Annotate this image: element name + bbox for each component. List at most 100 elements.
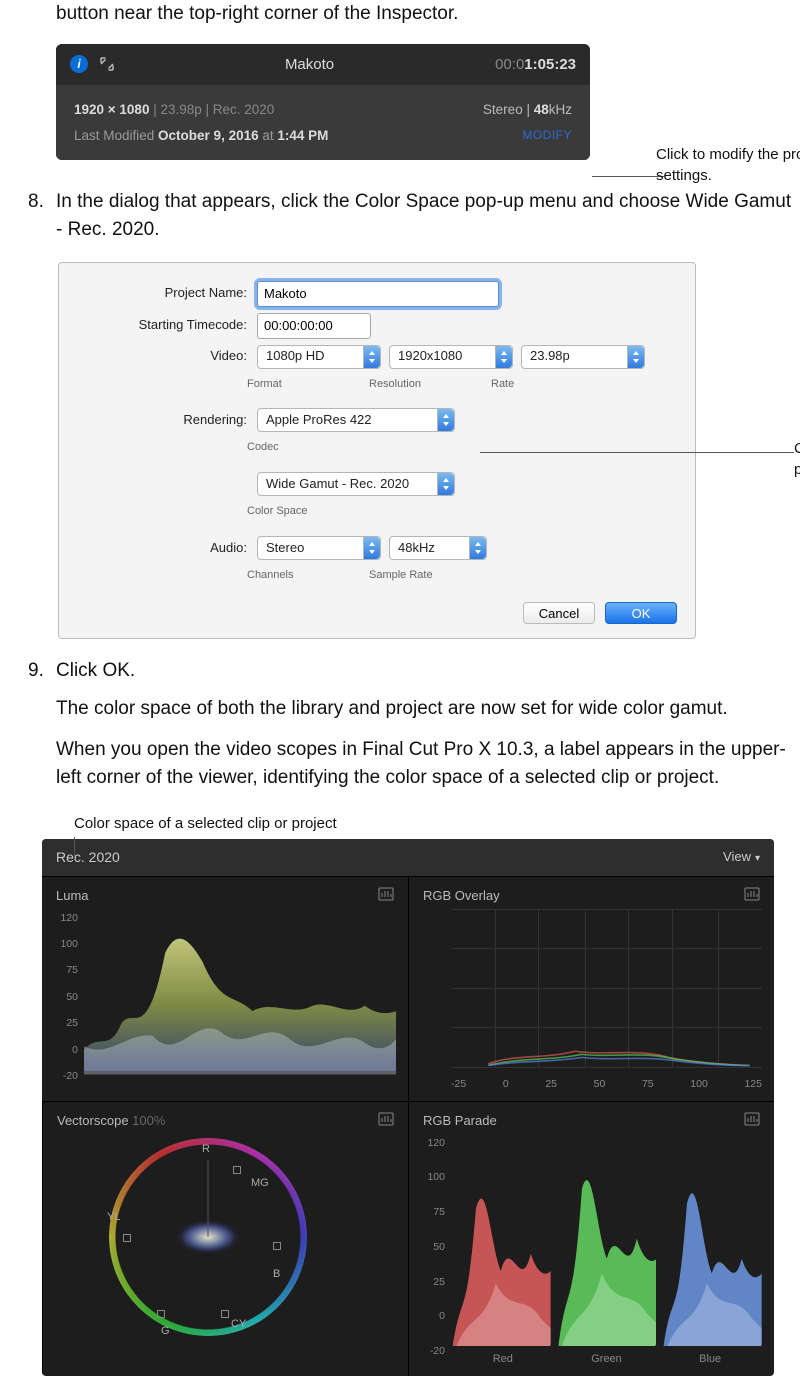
tick: 100 xyxy=(50,937,78,952)
tick: 75 xyxy=(417,1205,445,1220)
scopes-view-menu[interactable]: View▾ xyxy=(723,848,760,867)
rgb-parade-scope: RGB Parade 120 100 75 50 25 0 -20 Red Gr… xyxy=(408,1101,774,1376)
label-video: Video: xyxy=(77,347,257,366)
video-meta-rest: | 23.98p | Rec. 2020 xyxy=(149,102,274,117)
luma-y-axis: 120 100 75 50 25 0 -20 xyxy=(50,911,78,1085)
vectorscope-title-wrap: Vectorscope 100% xyxy=(57,1112,165,1131)
tick: 25 xyxy=(417,1275,445,1290)
hue-marker xyxy=(157,1310,165,1318)
vectorscope-display: R MG B CY G YL xyxy=(103,1132,313,1342)
hue-marker xyxy=(233,1166,241,1174)
luma-plot xyxy=(84,909,396,1085)
cancel-button[interactable]: Cancel xyxy=(523,602,595,624)
rgb-overlay-title: RGB Overlay xyxy=(423,887,500,906)
callout-leader xyxy=(74,837,75,859)
codec-select[interactable]: Apple ProRes 422 xyxy=(257,408,455,432)
hue-b: B xyxy=(273,1267,280,1283)
timecode-dim: 00:0 xyxy=(495,56,524,73)
tick: 50 xyxy=(50,990,78,1005)
audio-channels-select[interactable]: Stereo xyxy=(257,536,381,560)
starting-timecode-input[interactable] xyxy=(257,313,371,339)
scope-settings-icon[interactable] xyxy=(744,887,760,907)
audio-rate-select[interactable]: 48kHz xyxy=(389,536,487,560)
chevron-down-icon: ▾ xyxy=(755,853,760,864)
inspector-body: 1920 × 1080 | 23.98p | Rec. 2020 Stereo … xyxy=(56,85,590,160)
video-rate-value: 23.98p xyxy=(530,347,570,366)
tick: -20 xyxy=(417,1344,445,1359)
modify-link[interactable]: MODIFY xyxy=(522,127,572,144)
last-modified-time: 1:44 PM xyxy=(277,128,328,143)
parade-plot xyxy=(451,1134,762,1346)
ok-button[interactable]: OK xyxy=(605,602,677,624)
audio-rate-value: 48kHz xyxy=(398,539,435,558)
step-9-para-1: The color space of both the library and … xyxy=(0,695,800,723)
sublabel-color-space: Color Space xyxy=(247,504,308,520)
hue-g: G xyxy=(161,1324,170,1340)
video-resolution-value: 1920x1080 xyxy=(398,347,462,366)
tick: 25 xyxy=(50,1016,78,1031)
audio-channels-value: Stereo xyxy=(266,539,304,558)
video-resolution-select[interactable]: 1920x1080 xyxy=(389,345,513,369)
sublabel-sample-rate: Sample Rate xyxy=(369,568,433,584)
fit-icon[interactable] xyxy=(98,55,116,73)
callout-modify: Click to modify the project settings. xyxy=(656,144,800,188)
project-name-input[interactable] xyxy=(257,281,499,307)
audio-label: Stereo | xyxy=(483,102,534,117)
video-rate-select[interactable]: 23.98p xyxy=(521,345,645,369)
scope-settings-icon[interactable] xyxy=(378,1112,394,1132)
step-8-text: In the dialog that appears, click the Co… xyxy=(56,191,791,240)
step-9-para-2: When you open the video scopes in Final … xyxy=(0,736,800,791)
hue-mg: MG xyxy=(251,1176,269,1192)
hue-cy: CY xyxy=(231,1317,246,1333)
scope-color-space-label: Rec. 2020 xyxy=(56,847,120,867)
inspector-figure: i Makoto 00:01:05:23 1920 × 1080 | 23.98… xyxy=(56,44,800,161)
hue-marker xyxy=(273,1242,281,1250)
inspector-timecode: 00:01:05:23 xyxy=(495,54,576,76)
parade-blue xyxy=(662,1134,762,1346)
info-icon[interactable]: i xyxy=(70,55,88,73)
vectorscope-scope: Vectorscope 100% R MG B CY G YL xyxy=(42,1101,408,1376)
tick: Red xyxy=(451,1352,555,1368)
parade-green xyxy=(557,1134,657,1346)
sublabel-rate: Rate xyxy=(491,377,514,393)
settings-dialog: Project Name: Starting Timecode: Video: … xyxy=(58,262,696,640)
vectorscope-percent: 100% xyxy=(132,1113,165,1128)
scope-settings-icon[interactable] xyxy=(744,1112,760,1132)
intro-fragment: button near the top-right corner of the … xyxy=(0,0,800,28)
vectorscope-title: Vectorscope xyxy=(57,1113,129,1128)
parade-y-axis: 120 100 75 50 25 0 -20 xyxy=(417,1136,445,1360)
tick: 0 xyxy=(503,1077,509,1092)
tick: -20 xyxy=(50,1069,78,1084)
callout-scope-label: Color space of a selected clip or projec… xyxy=(74,813,800,835)
stepper-icon xyxy=(469,537,486,559)
stepper-icon xyxy=(363,346,380,368)
tick: Blue xyxy=(658,1352,762,1368)
video-resolution: 1920 × 1080 xyxy=(74,102,149,117)
last-modified: Last Modified October 9, 2016 at 1:44 PM xyxy=(74,126,328,146)
last-modified-date: October 9, 2016 xyxy=(158,128,259,143)
luma-scope: Luma 120 100 75 50 25 0 -20 xyxy=(42,876,408,1101)
video-format-value: 1080p HD xyxy=(266,347,325,366)
callout-leader xyxy=(592,176,664,177)
rgb-overlay-scope: RGB Overlay xyxy=(408,876,774,1101)
parade-x-axis: Red Green Blue xyxy=(451,1352,762,1368)
hue-r: R xyxy=(202,1142,210,1158)
video-format-select[interactable]: 1080p HD xyxy=(257,345,381,369)
tick: 50 xyxy=(417,1240,445,1255)
step-8-number: 8. xyxy=(28,188,44,216)
sublabel-channels: Channels xyxy=(247,568,369,584)
tick: 100 xyxy=(690,1077,708,1092)
callout-color-space: Color Space pop-up menu xyxy=(794,438,800,482)
label-audio: Audio: xyxy=(77,539,257,558)
inspector-title: Makoto xyxy=(124,54,495,76)
stepper-icon xyxy=(627,346,644,368)
stepper-icon xyxy=(363,537,380,559)
inspector-header: i Makoto 00:01:05:23 xyxy=(56,44,590,86)
hue-marker xyxy=(221,1310,229,1318)
audio-spec: Stereo | 48kHz xyxy=(483,100,572,120)
tick: 0 xyxy=(50,1043,78,1058)
stepper-icon xyxy=(437,409,454,431)
scope-settings-icon[interactable] xyxy=(378,887,394,907)
color-space-select[interactable]: Wide Gamut - Rec. 2020 xyxy=(257,472,455,496)
tick: 50 xyxy=(594,1077,606,1092)
